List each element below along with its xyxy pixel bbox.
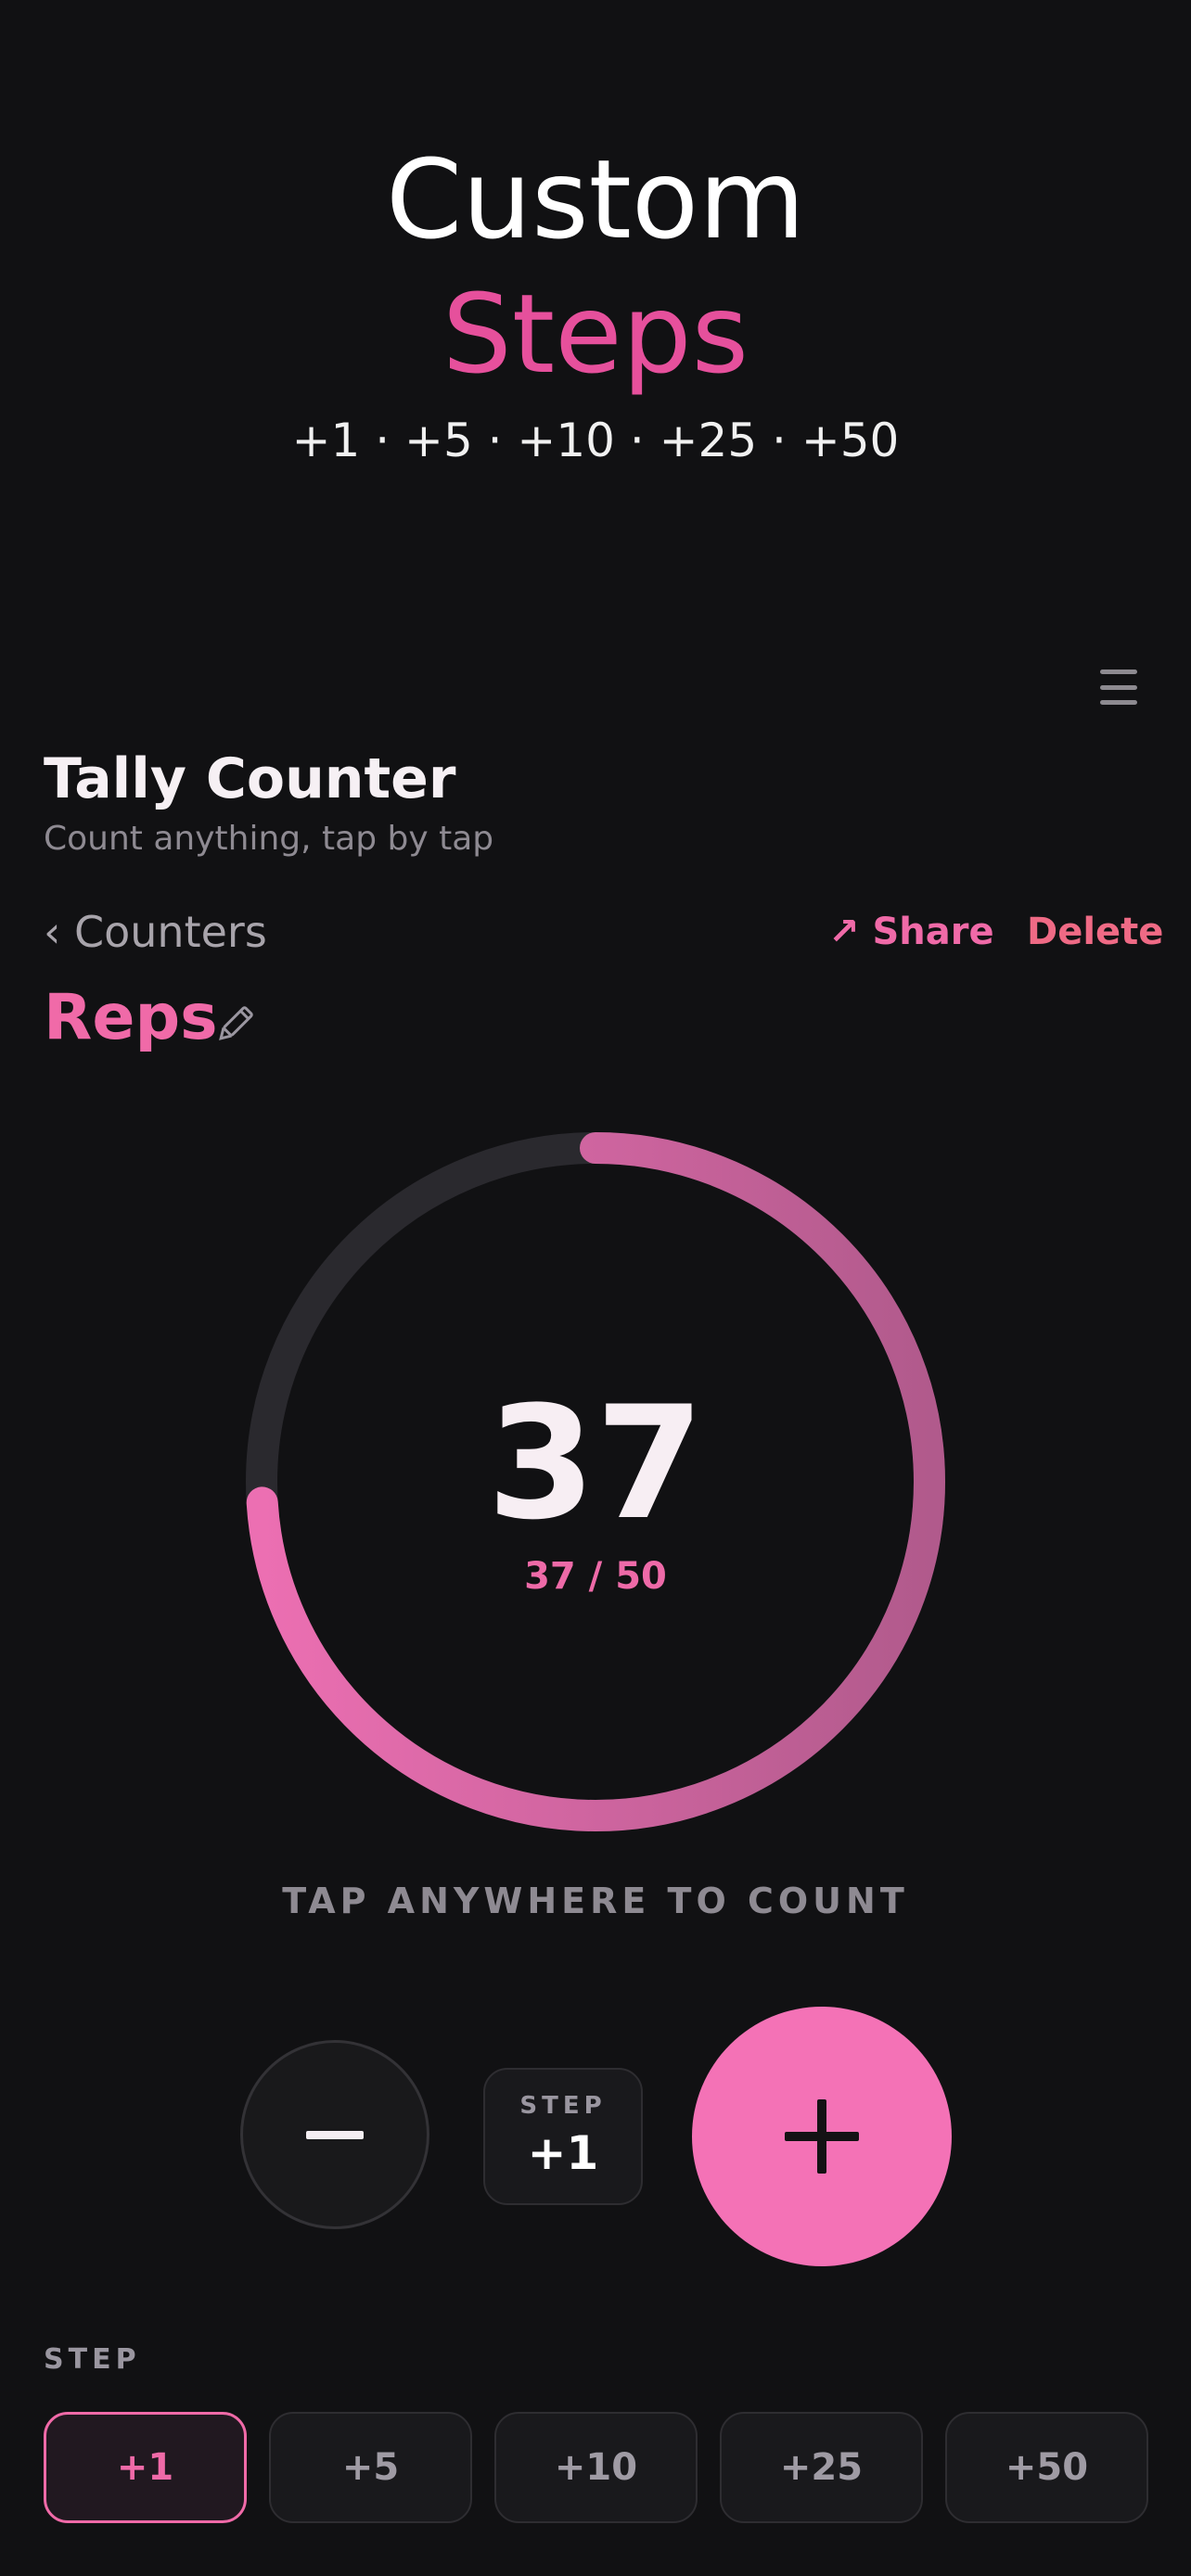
progress-text: 37 / 50	[524, 1555, 667, 1598]
step-option-5[interactable]: +5	[269, 2412, 472, 2523]
decrement-button[interactable]	[240, 2040, 429, 2229]
step-option-10[interactable]: +10	[494, 2412, 698, 2523]
app-title: Tally Counter	[44, 746, 456, 811]
step-option-1[interactable]: +1	[44, 2412, 247, 2523]
back-to-counters-link[interactable]: ‹ Counters	[44, 904, 267, 960]
step-option-25[interactable]: +25	[720, 2412, 923, 2523]
counter-name: Reps	[44, 981, 218, 1054]
count-value: 37	[487, 1372, 704, 1554]
minus-icon	[306, 2130, 364, 2139]
hero-subtitle: +1 · +5 · +10 · +25 · +50	[291, 414, 900, 467]
current-step-indicator: STEP +1	[483, 2068, 643, 2205]
hamburger-menu-icon[interactable]	[1093, 664, 1145, 710]
hero-accent-title: Steps	[442, 270, 749, 398]
menu-line	[1100, 700, 1137, 705]
increment-button[interactable]	[692, 2007, 952, 2266]
tap-hint: TAP ANYWHERE TO COUNT	[282, 1881, 909, 1921]
menu-line	[1100, 670, 1137, 674]
app-subtitle: Count anything, tap by tap	[44, 820, 494, 858]
step-option-50[interactable]: +50	[945, 2412, 1148, 2523]
hero-title: Custom	[385, 135, 806, 263]
share-button[interactable]: ↗ Share	[828, 904, 994, 960]
step-indicator-label: STEP	[519, 2092, 607, 2120]
step-indicator-value: +1	[527, 2126, 599, 2180]
delete-button[interactable]: Delete	[1027, 904, 1163, 960]
step-section-heading: STEP	[44, 2343, 141, 2376]
menu-line	[1100, 684, 1137, 690]
pencil-icon[interactable]	[213, 1003, 256, 1046]
